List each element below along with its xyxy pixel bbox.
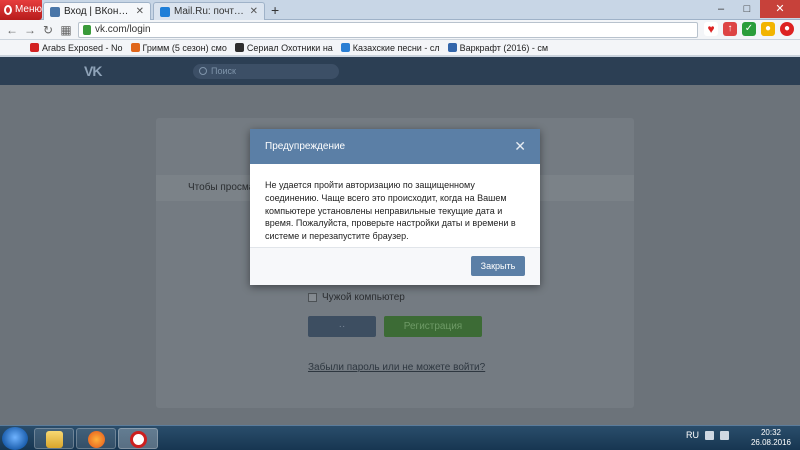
vk-search-input[interactable]: Поиск — [193, 64, 339, 79]
url-text: vk.com/login — [95, 24, 151, 35]
windows-taskbar: RU 20:32 26.08.2016 — [0, 425, 800, 450]
tab-title: Mail.Ru: почта, поиск в и — [174, 5, 246, 17]
bookmark-item[interactable]: Варкрафт (2016) - см — [447, 42, 549, 53]
clock[interactable]: 20:32 26.08.2016 — [746, 428, 796, 448]
bookmark-label: Варкрафт (2016) - см — [459, 42, 549, 53]
language-indicator[interactable]: RU — [686, 430, 699, 440]
bookmark-icon — [30, 43, 39, 52]
foreign-computer-checkbox[interactable]: Чужой компьютер — [308, 292, 405, 303]
dialog-footer: Закрыть — [250, 248, 540, 285]
vk-favicon-icon — [50, 6, 60, 17]
vk-header: VK Поиск — [0, 57, 800, 85]
new-tab-button[interactable]: + — [271, 2, 279, 18]
back-button[interactable]: ← — [4, 21, 20, 39]
forgot-password-link[interactable]: Забыли пароль или не можете войти? — [308, 362, 485, 373]
dialog-header: Предупреждение ✕ — [250, 129, 540, 164]
mailru-favicon-icon — [160, 6, 170, 17]
heart-icon[interactable]: ♥ — [704, 22, 718, 36]
browser-menu-label: Меню — [14, 4, 42, 15]
window-close-button[interactable]: ✕ — [760, 0, 800, 18]
bookmarks-bar: Arabs Exposed - No Гримм (5 сезон) смо С… — [0, 40, 800, 56]
bookmark-item[interactable]: Гримм (5 сезон) смо — [130, 42, 227, 53]
extension-icon[interactable]: ↑ — [723, 22, 737, 36]
folder-icon — [46, 431, 63, 448]
bookmark-item[interactable]: Arabs Exposed - No — [30, 43, 123, 53]
window-controls: – □ ✕ — [708, 0, 800, 18]
extension-icon[interactable]: ● — [761, 22, 775, 36]
warning-dialog: Предупреждение ✕ Не удается пройти автор… — [250, 129, 540, 285]
bookmark-label: Гримм (5 сезон) смо — [142, 42, 227, 53]
address-bar[interactable]: vk.com/login — [78, 22, 698, 38]
start-button[interactable] — [2, 427, 28, 450]
taskbar-opera[interactable] — [118, 428, 158, 449]
forward-button[interactable]: → — [22, 21, 38, 39]
bookmark-label: Казахские песни - сл — [352, 42, 440, 53]
clock-time: 20:32 — [760, 428, 782, 437]
minimize-button[interactable]: – — [708, 0, 734, 18]
system-tray: RU — [686, 430, 729, 440]
tab-vk-login[interactable]: Вход | ВКонтакте ✕ — [43, 2, 151, 20]
login-button[interactable]: ·· — [308, 316, 376, 337]
check-icon[interactable]: ✓ — [742, 22, 756, 36]
checkbox-icon — [308, 293, 317, 302]
search-placeholder: Поиск — [211, 66, 236, 76]
tab-close-icon[interactable]: ✕ — [250, 3, 258, 20]
abp-icon[interactable]: ● — [780, 22, 794, 36]
lock-icon — [83, 25, 91, 35]
reload-button[interactable]: ↻ — [40, 21, 56, 39]
bookmark-icon — [447, 43, 457, 52]
firefox-icon — [88, 431, 105, 448]
close-dialog-button[interactable]: Закрыть — [471, 256, 525, 276]
taskbar-firefox[interactable] — [76, 428, 116, 449]
maximize-button[interactable]: □ — [734, 0, 760, 18]
tab-title: Вход | ВКонтакте — [64, 5, 132, 17]
network-icon[interactable] — [705, 430, 714, 440]
foreign-computer-label: Чужой компьютер — [322, 292, 405, 303]
opera-logo-icon — [4, 5, 12, 15]
tab-strip: Меню Вход | ВКонтакте ✕ Mail.Ru: почта, … — [0, 0, 800, 20]
register-button[interactable]: Регистрация — [384, 316, 482, 337]
bookmark-label: Сериал Охотники на — [246, 42, 333, 53]
bookmark-icon — [234, 43, 244, 52]
toolbar-extensions: ♥ ↑ ✓ ● ● — [704, 22, 794, 36]
volume-icon[interactable] — [720, 430, 729, 440]
opera-icon — [130, 431, 147, 448]
bookmark-item[interactable]: Казахские песни - сл — [340, 42, 440, 53]
browser-menu-button[interactable]: Меню — [0, 0, 42, 20]
search-icon — [199, 67, 207, 75]
taskbar-explorer[interactable] — [34, 428, 74, 449]
speed-dial-button[interactable]: ▦ — [58, 21, 74, 39]
music-note-icon — [340, 43, 350, 52]
dialog-title: Предупреждение — [265, 141, 346, 152]
tab-close-icon[interactable]: ✕ — [136, 3, 144, 20]
bookmark-icon — [130, 43, 140, 52]
tab-mail-ru[interactable]: Mail.Ru: почта, поиск в и ✕ — [153, 2, 265, 20]
dialog-message: Не удается пройти авторизацию по защищен… — [250, 164, 540, 248]
bookmark-item[interactable]: Сериал Охотники на — [234, 42, 333, 53]
navigation-bar: ← → ↻ ▦ vk.com/login ♥ ↑ ✓ ● ● — [0, 20, 800, 40]
dialog-close-icon[interactable]: ✕ — [514, 129, 526, 163]
vk-logo[interactable]: VK — [84, 63, 102, 79]
clock-date: 26.08.2016 — [750, 438, 792, 447]
bookmark-label: Arabs Exposed - No — [42, 42, 123, 53]
